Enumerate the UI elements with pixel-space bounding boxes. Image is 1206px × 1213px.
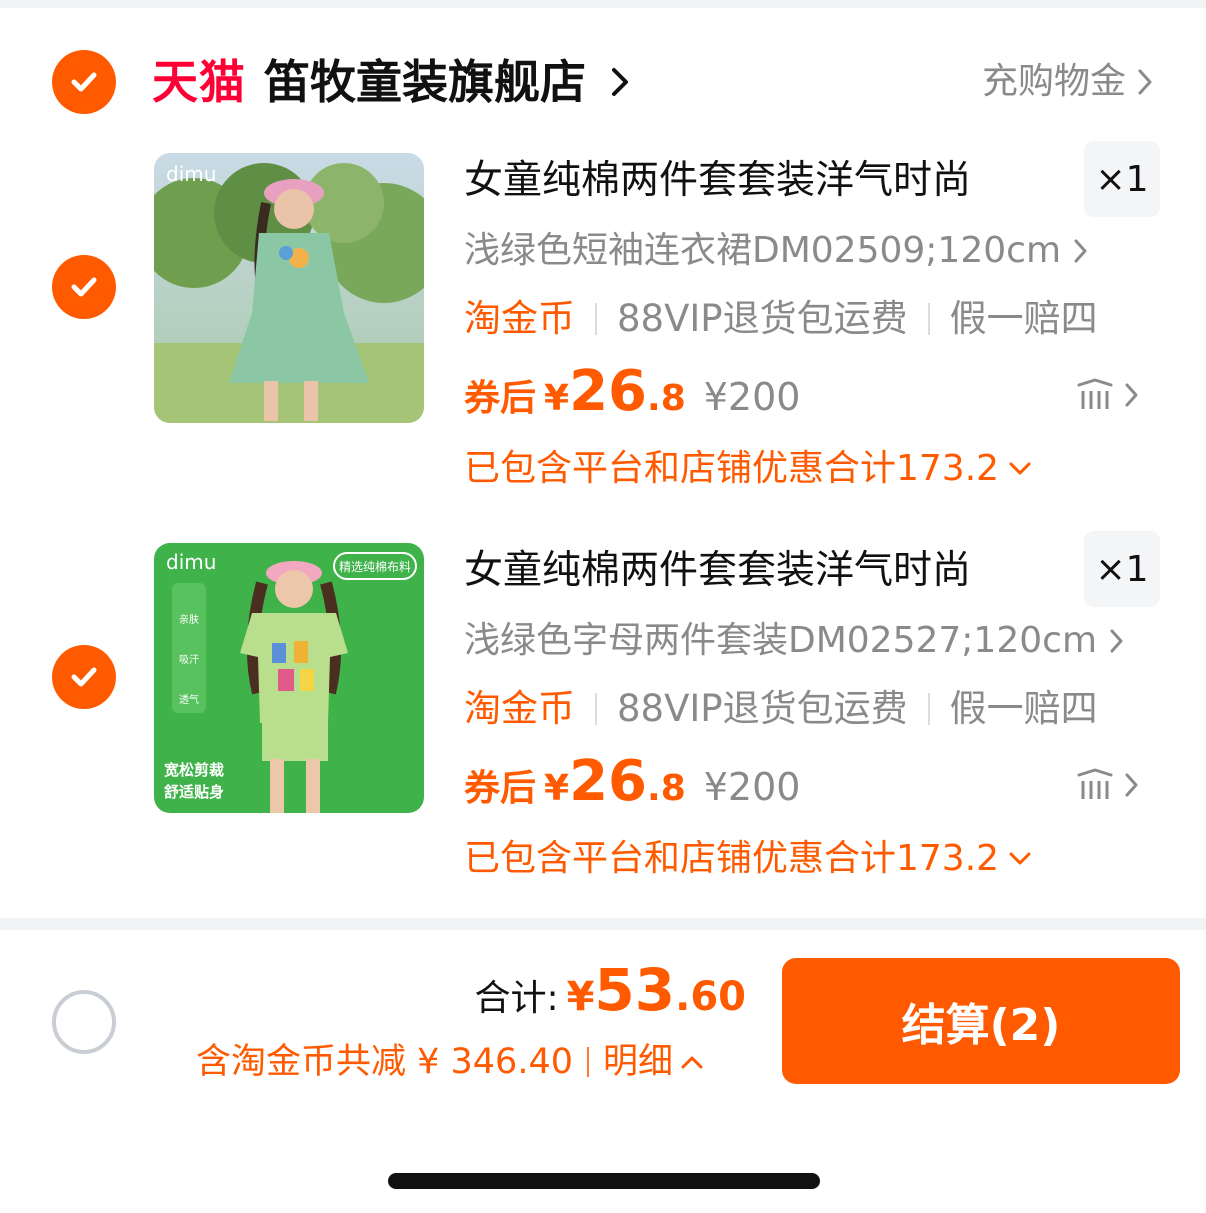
thumb-caption: 舒适贴身: [164, 783, 224, 801]
select-all-checkbox[interactable]: [52, 990, 116, 1054]
total-amount: 合计: ¥ 53 .60: [474, 956, 746, 1024]
total-label: 合计:: [474, 978, 559, 1019]
total-integer: 53: [594, 956, 676, 1024]
chevron-right-icon: [1110, 629, 1123, 653]
saving-text: 含淘金币共减 ¥ 346.40: [196, 1042, 573, 1082]
sku-text: 浅绿色字母两件套装DM02527;120cm: [464, 620, 1098, 661]
section-divider: [0, 918, 1206, 930]
home-indicator[interactable]: [388, 1173, 820, 1189]
chevron-up-icon: [681, 1056, 703, 1069]
price-trend-icon: [1077, 378, 1113, 409]
chevron-right-icon: [1125, 383, 1138, 407]
chevron-down-icon: [1009, 462, 1031, 475]
price-integer: 26: [569, 359, 648, 424]
checkout-button[interactable]: 结算(2): [782, 958, 1180, 1084]
quantity-value: ×1: [1095, 548, 1149, 590]
price-decimal: .8: [647, 768, 686, 809]
coupon-price-label: 券后: [464, 378, 537, 419]
currency-symbol: ¥: [544, 378, 570, 419]
shopping-credit-button[interactable]: 充购物金: [982, 58, 1154, 106]
product-thumbnail[interactable]: 精选纯棉布料 dimu 亲肤 吸汗 透气 宽松剪裁 舒适贴身: [154, 543, 424, 813]
tag-88vip-return: 88VIP退货包运费: [617, 687, 908, 730]
top-separator: [0, 0, 1206, 8]
quantity-selector[interactable]: ×1: [1084, 531, 1160, 607]
coupon-price-label: 券后: [464, 768, 537, 809]
discount-note: 已包含平台和店铺优惠合计173.2: [464, 838, 1000, 879]
sku-selector[interactable]: 浅绿色字母两件套装DM02527;120cm: [464, 617, 1125, 665]
chevron-right-icon: [1125, 773, 1138, 797]
tag-divider: [927, 303, 930, 335]
tag-fake-compensation: 假一赔四: [949, 297, 1098, 340]
sku-selector[interactable]: 浅绿色短袖连衣裙DM02509;120cm: [464, 227, 1089, 275]
discount-detail-toggle[interactable]: 已包含平台和店铺优惠合计173.2: [464, 835, 1033, 883]
tag-taojinbi: 淘金币: [464, 687, 575, 730]
tmall-logo: 天猫: [152, 55, 246, 109]
saving-divider: [587, 1047, 589, 1077]
service-tags: 淘金币 88VIP退货包运费 假一赔四: [464, 685, 1098, 733]
price-row: 券后 ¥ 26 .8 ¥200: [464, 359, 801, 424]
tag-88vip-return: 88VIP退货包运费: [617, 297, 908, 340]
chevron-right-icon[interactable]: [606, 64, 634, 100]
product-title[interactable]: 女童纯棉两件套套装洋气时尚: [464, 545, 971, 597]
thumb-feature: 透气: [179, 693, 199, 706]
chevron-right-icon: [1138, 69, 1152, 95]
tag-taojinbi: 淘金币: [464, 297, 575, 340]
chevron-right-icon: [1074, 239, 1087, 263]
price-row: 券后 ¥ 26 .8 ¥200: [464, 749, 801, 814]
check-icon: [71, 72, 97, 92]
store-name-link[interactable]: 笛牧童装旗舰店: [264, 54, 586, 110]
item-select-checkbox[interactable]: [52, 255, 116, 319]
discount-note: 已包含平台和店铺优惠合计173.2: [464, 448, 1000, 489]
original-price: ¥200: [703, 375, 801, 419]
cart-item: dimu 女童纯棉两件套套装洋气时尚 ×1 浅绿色短袖连衣裙DM02509;12…: [0, 141, 1206, 523]
price-decimal: .8: [647, 378, 686, 419]
total-decimal: .60: [675, 974, 746, 1020]
currency-symbol: ¥: [544, 768, 570, 809]
item-select-checkbox[interactable]: [52, 645, 116, 709]
service-tags: 淘金币 88VIP退货包运费 假一赔四: [464, 295, 1098, 343]
price-integer: 26: [569, 749, 648, 814]
price-trend-icon: [1077, 768, 1113, 799]
discount-detail-toggle[interactable]: 已包含平台和店铺优惠合计173.2: [464, 445, 1033, 493]
detail-label: 明细: [603, 1042, 674, 1082]
quantity-selector[interactable]: ×1: [1084, 141, 1160, 217]
price-trend-button[interactable]: [1076, 767, 1140, 803]
thumb-caption: 宽松剪裁: [163, 761, 224, 779]
tag-divider: [927, 693, 930, 725]
product-photo-dress: dimu: [154, 153, 424, 423]
thumb-brand-logo: dimu: [166, 162, 216, 186]
price-trend-button[interactable]: [1076, 377, 1140, 413]
store-header: 天猫 笛牧童装旗舰店 充购物金: [0, 40, 1206, 124]
product-photo-tshirt: 精选纯棉布料 dimu 亲肤 吸汗 透气 宽松剪裁 舒适贴身: [154, 543, 424, 813]
store-select-checkbox[interactable]: [52, 50, 116, 114]
thumb-brand-logo: dimu: [166, 550, 216, 574]
saving-summary[interactable]: 含淘金币共减 ¥ 346.40 明细: [196, 1038, 705, 1086]
thumb-feature: 亲肤: [179, 613, 199, 626]
quantity-value: ×1: [1095, 158, 1149, 200]
original-price: ¥200: [703, 765, 801, 809]
product-title[interactable]: 女童纯棉两件套套装洋气时尚: [464, 155, 971, 207]
cart-item: 精选纯棉布料 dimu 亲肤 吸汗 透气 宽松剪裁 舒适贴身 女童纯棉两件套套装…: [0, 531, 1206, 913]
chevron-down-icon: [1009, 852, 1031, 865]
thumb-badge: 精选纯棉布料: [339, 560, 411, 574]
shopping-credit-label: 充购物金: [981, 61, 1126, 102]
tag-divider: [595, 303, 597, 335]
check-icon: [71, 277, 97, 297]
tag-divider: [595, 693, 597, 725]
thumb-feature: 吸汗: [179, 653, 199, 666]
currency-symbol: ¥: [566, 974, 595, 1020]
cart-page: 天猫 笛牧童装旗舰店 充购物金 dimu 女童纯棉两件套套装洋气时尚 ×1 浅绿…: [0, 0, 1206, 1213]
check-icon: [71, 667, 97, 687]
tag-fake-compensation: 假一赔四: [949, 687, 1098, 730]
sku-text: 浅绿色短袖连衣裙DM02509;120cm: [464, 230, 1062, 271]
product-thumbnail[interactable]: dimu: [154, 153, 424, 423]
